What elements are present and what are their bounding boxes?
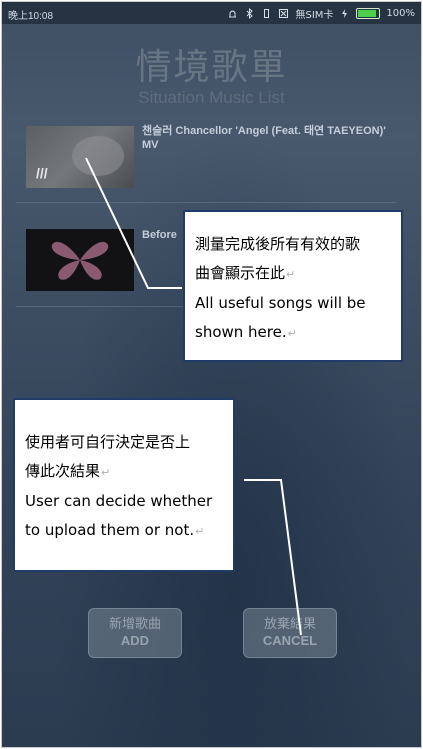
battery-icon: [356, 8, 381, 19]
battery-fill: [358, 10, 377, 17]
callout-line: User can decide whether: [25, 492, 213, 510]
songs-callout: 測量完成後所有有效的歌 曲會顯示在此↵ All useful songs wil…: [183, 210, 403, 362]
callout-line: All useful songs will be: [195, 294, 366, 312]
song-list-item[interactable]: /// 챈슬러 Chancellor 'Angel (Feat. 태연 TAEY…: [16, 116, 396, 203]
callout-line: shown here.: [195, 323, 287, 341]
upload-callout: 使用者可自行決定是否上 傳此次結果↵ User can decide wheth…: [13, 398, 235, 572]
bluetooth-icon: [244, 8, 255, 19]
song-thumbnail: ///: [26, 126, 134, 188]
callout-line: 曲會顯示在此: [195, 264, 286, 282]
charging-icon: [339, 8, 350, 19]
callout-line: to upload them or not.: [25, 521, 195, 539]
add-button-en-label: ADD: [120, 633, 150, 648]
page-subtitle: Situation Music List: [138, 88, 285, 107]
callout-line: 傳此次結果: [25, 462, 101, 480]
cancel-button[interactable]: 放棄結果 CANCEL: [243, 608, 337, 658]
song-thumbnail: [26, 229, 134, 291]
vibrate-icon: [261, 8, 272, 19]
callout-line: 測量完成後所有有效的歌: [195, 235, 361, 253]
status-bar: 晚上10:08 無SIM卡 100%: [2, 2, 421, 24]
return-mark-icon: ↵: [287, 327, 297, 340]
svg-text:///: ///: [36, 165, 48, 181]
alarm-icon: [227, 8, 238, 19]
sim-status-text: 無SIM卡: [295, 10, 334, 21]
add-button[interactable]: 新增歌曲 ADD: [88, 608, 182, 658]
status-time: 晚上10:08: [8, 11, 54, 22]
cancel-button-cn-label: 放棄結果: [263, 617, 316, 632]
return-mark-icon: ↵: [195, 525, 205, 538]
add-button-cn-label: 新增歌曲: [108, 617, 161, 632]
page-title: 情境歌單: [135, 47, 288, 88]
callout-line: 使用者可自行決定是否上: [25, 433, 191, 451]
app-screen: 晚上10:08 無SIM卡 100% 情境歌單 Situation Music …: [1, 1, 422, 748]
battery-percent: 100%: [386, 8, 415, 19]
status-icons: 無SIM卡 100%: [227, 6, 415, 21]
no-sim-icon: [278, 8, 289, 19]
return-mark-icon: ↵: [286, 268, 296, 281]
song-title: 챈슬러 Chancellor 'Angel (Feat. 태연 TAEYEON)…: [142, 125, 386, 151]
cancel-button-en-label: CANCEL: [262, 633, 318, 648]
return-mark-icon: ↵: [101, 466, 111, 479]
